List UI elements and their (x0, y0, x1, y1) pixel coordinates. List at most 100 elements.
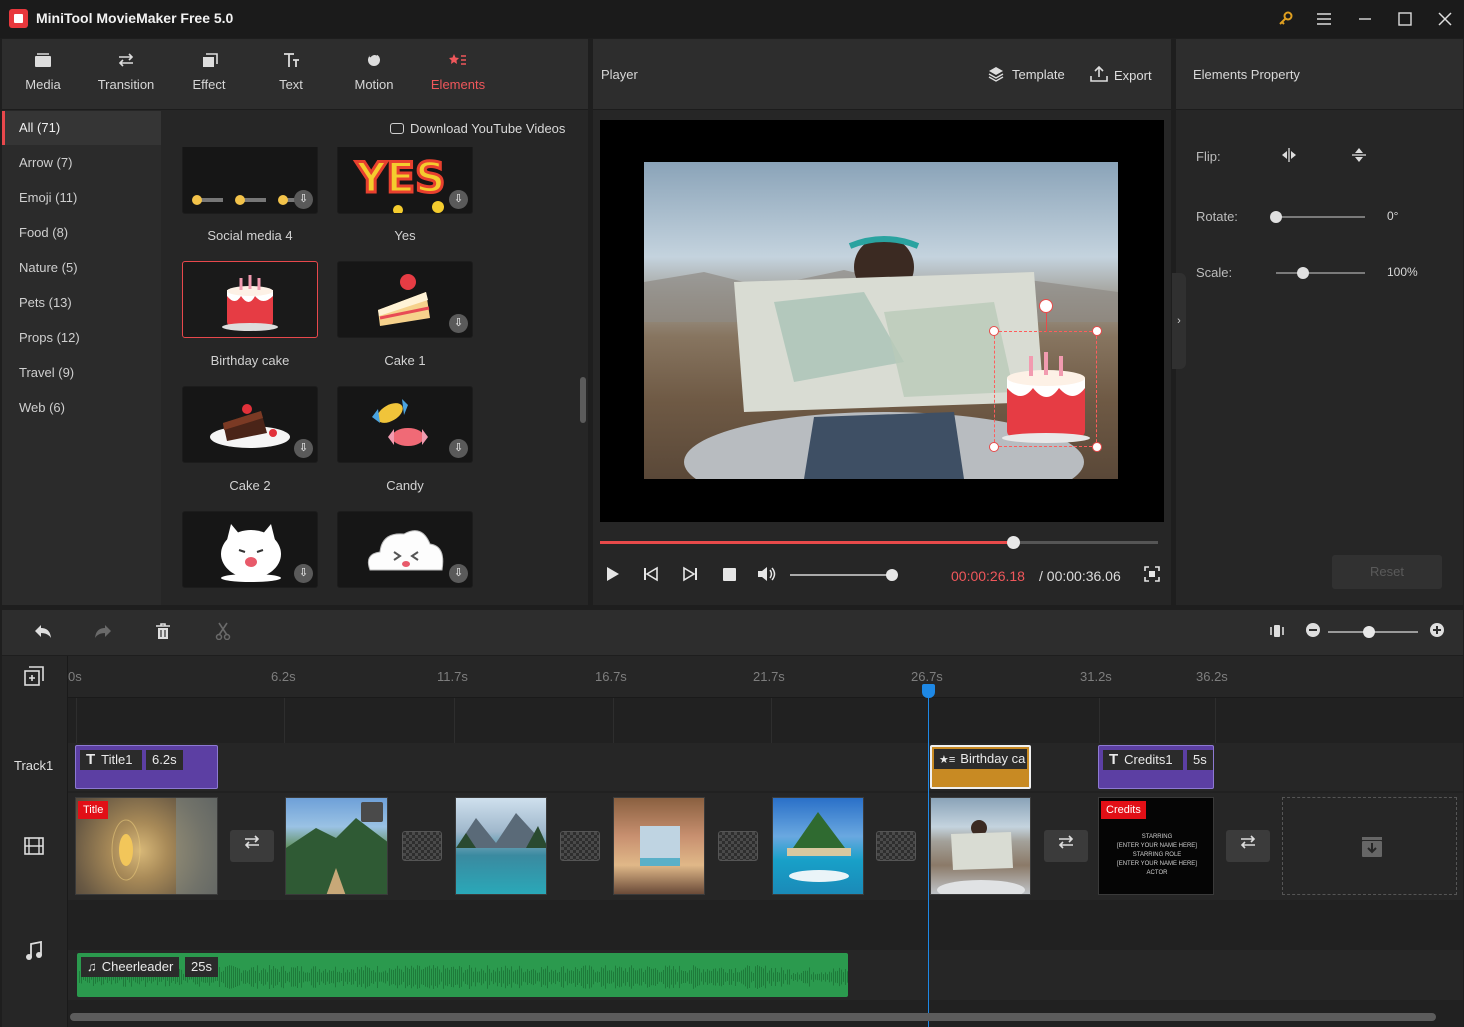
download-icon[interactable]: ⇩ (449, 439, 468, 458)
resize-handle-bottom-left[interactable] (989, 442, 999, 452)
volume-knob[interactable] (886, 569, 898, 581)
resize-handle-top-right[interactable] (1092, 326, 1102, 336)
stop-button[interactable] (722, 566, 737, 585)
minimize-button[interactable] (1352, 6, 1378, 32)
tab-effect[interactable]: Effect (168, 39, 250, 109)
category-emoji[interactable]: Emoji (11) (2, 181, 161, 215)
scale-slider[interactable] (1276, 267, 1365, 279)
zoom-out-icon[interactable] (1305, 622, 1321, 643)
next-frame-button[interactable] (682, 566, 698, 585)
volume-icon[interactable] (757, 566, 777, 585)
category-nature[interactable]: Nature (5) (2, 251, 161, 285)
play-button[interactable] (606, 566, 620, 585)
video-clip-lake[interactable] (455, 797, 547, 895)
fit-timeline-icon[interactable] (1268, 622, 1286, 645)
export-button[interactable]: Export (1090, 65, 1152, 83)
element-tile-yes[interactable]: YES ⇩ (337, 147, 473, 214)
download-youtube-link[interactable]: Download YouTube Videos (390, 121, 565, 136)
flip-horizontal-icon[interactable] (1280, 147, 1298, 166)
video-clip-mountain[interactable] (285, 797, 388, 895)
download-icon[interactable]: ⇩ (294, 190, 313, 209)
clip-copy-icon[interactable] (361, 802, 383, 822)
key-icon[interactable] (1273, 6, 1299, 32)
category-arrow[interactable]: Arrow (7) (2, 146, 161, 180)
undo-icon[interactable] (33, 622, 53, 645)
progress-bar[interactable] (600, 536, 1158, 549)
video-clip-title[interactable]: Title (75, 797, 218, 895)
category-pets[interactable]: Pets (13) (2, 286, 161, 320)
time-ruler[interactable]: 0s 6.2s 11.7s 16.7s 21.7s 26.7s 31.2s 36… (68, 656, 1463, 698)
category-web[interactable]: Web (6) (2, 391, 161, 425)
tab-motion[interactable]: Motion (332, 39, 416, 109)
close-button[interactable] (1432, 6, 1458, 32)
video-clip-island[interactable] (772, 797, 864, 895)
rotate-handle[interactable] (1039, 299, 1053, 313)
waveform-bar (183, 973, 184, 981)
maximize-button[interactable] (1392, 6, 1418, 32)
download-icon[interactable]: ⇩ (449, 314, 468, 333)
redo-icon[interactable] (93, 622, 113, 645)
resize-handle-bottom-right[interactable] (1092, 442, 1102, 452)
title-clip[interactable]: T Title1 6.2s (75, 745, 218, 789)
element-tile-cloud[interactable]: ⇩ (337, 511, 473, 588)
element-tile-cat[interactable]: ⇩ (182, 511, 318, 588)
tab-media[interactable]: Media (2, 39, 84, 109)
video-clip-van[interactable] (613, 797, 705, 895)
playhead[interactable] (928, 684, 929, 1027)
transition-slot[interactable] (1044, 830, 1088, 862)
delete-icon[interactable] (154, 622, 172, 645)
download-icon[interactable]: ⇩ (294, 439, 313, 458)
category-all[interactable]: All (71) (2, 111, 161, 145)
fullscreen-icon[interactable] (1144, 566, 1160, 585)
add-media-drop-slot[interactable] (1282, 797, 1457, 895)
reset-button[interactable]: Reset (1332, 555, 1442, 589)
video-clip-map-girl[interactable] (930, 797, 1031, 895)
zoom-slider[interactable] (1328, 626, 1418, 638)
download-icon[interactable]: ⇩ (294, 564, 313, 583)
menu-icon[interactable] (1311, 6, 1337, 32)
category-travel[interactable]: Travel (9) (2, 356, 161, 390)
credits-clip[interactable]: T Credits1 5s (1098, 745, 1214, 789)
element-tile-cake-1[interactable]: ⇩ (337, 261, 473, 338)
transition-slot-empty[interactable] (402, 831, 442, 861)
transition-slot-empty[interactable] (718, 831, 758, 861)
template-button[interactable]: Template (988, 66, 1065, 82)
download-icon[interactable]: ⇩ (449, 190, 468, 209)
timeline-scrollbar[interactable] (70, 1013, 1436, 1021)
category-food[interactable]: Food (8) (2, 216, 161, 250)
library-scrollbar[interactable] (580, 377, 586, 423)
element-selection-box[interactable] (989, 299, 1102, 452)
transition-slot[interactable] (230, 830, 274, 862)
transition-slot-empty[interactable] (560, 831, 600, 861)
download-icon[interactable]: ⇩ (449, 564, 468, 583)
split-scissors-icon[interactable] (214, 622, 232, 645)
transition-slot-empty[interactable] (876, 831, 916, 861)
previous-frame-button[interactable] (643, 566, 659, 585)
scale-knob[interactable] (1296, 267, 1309, 279)
tab-elements[interactable]: Elements (416, 39, 500, 109)
waveform-bar (781, 967, 782, 987)
zoom-knob[interactable] (1362, 626, 1375, 638)
category-props[interactable]: Props (12) (2, 321, 161, 355)
birthday-cake-clip[interactable]: ★≡ Birthday ca (930, 745, 1031, 789)
playhead-handle[interactable] (922, 684, 935, 698)
panel-collapse-chevron-icon[interactable]: › (1172, 273, 1186, 369)
video-preview[interactable] (600, 120, 1164, 522)
progress-knob[interactable] (1006, 536, 1020, 549)
tab-transition[interactable]: Transition (84, 39, 168, 109)
resize-handle-top-left[interactable] (989, 326, 999, 336)
zoom-in-icon[interactable] (1429, 622, 1445, 643)
transition-slot[interactable] (1226, 830, 1270, 862)
volume-slider[interactable] (790, 569, 898, 581)
add-track-icon[interactable] (24, 666, 44, 689)
tab-text[interactable]: Text (250, 39, 332, 109)
element-tile-birthday-cake[interactable] (182, 261, 318, 338)
element-tile-cake-2[interactable]: ⇩ (182, 386, 318, 463)
audio-clip[interactable]: ♫ Cheerleader 25s (77, 953, 848, 997)
rotate-knob[interactable] (1270, 211, 1282, 223)
video-clip-credits[interactable]: Credits STARRING [ENTER YOUR NAME HERE] … (1098, 797, 1214, 895)
rotate-slider[interactable] (1270, 211, 1365, 223)
element-tile-social-media-4[interactable]: ⇩ (182, 147, 318, 214)
flip-vertical-icon[interactable] (1351, 146, 1367, 167)
element-tile-candy[interactable]: ⇩ (337, 386, 473, 463)
